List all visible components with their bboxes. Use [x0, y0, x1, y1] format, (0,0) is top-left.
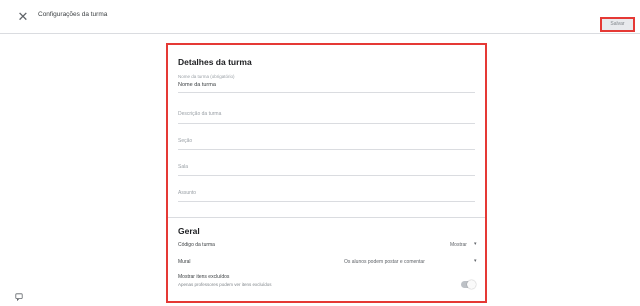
description-input[interactable]: Descrição da turma [178, 111, 221, 117]
class-settings-panel: Detalhes da turma Nome da turma (obrigat… [166, 43, 487, 303]
deleted-items-label: Mostrar itens excluídos [178, 274, 230, 280]
class-name-underline [178, 92, 475, 93]
invite-code-dropdown[interactable]: Mostrar [450, 242, 467, 248]
toggle-knob [467, 280, 476, 289]
class-name-label: Nome da turma (obrigatório) [178, 74, 235, 79]
chevron-down-icon[interactable]: ▾ [474, 241, 477, 247]
subject-input[interactable]: Assunto [178, 190, 196, 196]
room-input[interactable]: Sala [178, 164, 188, 170]
chevron-down-icon[interactable]: ▾ [474, 258, 477, 264]
page-title: Configurações da turma [38, 11, 108, 18]
class-name-input[interactable]: Nome da turma [178, 82, 216, 88]
save-button[interactable]: Salvar [600, 17, 635, 32]
room-underline [178, 175, 475, 176]
section-divider [168, 217, 485, 218]
subject-underline [178, 201, 475, 202]
stream-label: Mural [178, 259, 191, 265]
section-input[interactable]: Seção [178, 138, 192, 144]
close-icon[interactable]: ✕ [16, 10, 30, 24]
deleted-items-subtext: Apenas professores podem ver itens exclu… [178, 282, 272, 287]
deleted-items-toggle[interactable] [461, 280, 476, 289]
feedback-icon[interactable] [15, 293, 23, 301]
top-bar: ✕ Configurações da turma Salvar [0, 0, 640, 34]
section-underline [178, 149, 475, 150]
stream-dropdown[interactable]: Os alunos podem postar e comentar [344, 259, 425, 265]
description-underline [178, 123, 475, 124]
invite-code-label: Código da turma [178, 242, 215, 248]
general-title: Geral [178, 226, 200, 236]
class-details-title: Detalhes da turma [178, 57, 252, 67]
